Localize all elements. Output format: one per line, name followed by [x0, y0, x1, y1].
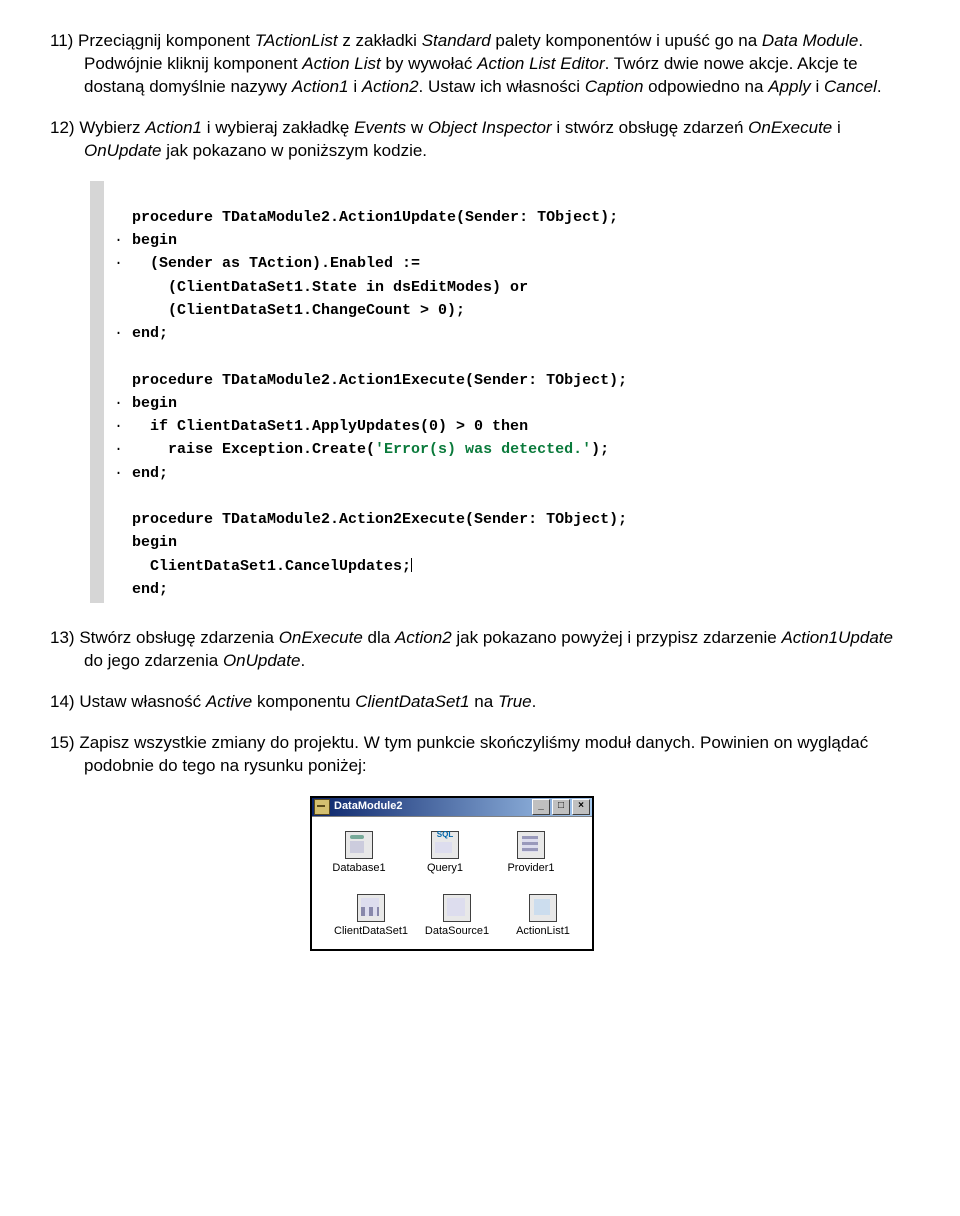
component-clientdataset1[interactable]: ClientDataSet1 — [332, 894, 410, 939]
minimize-button[interactable]: _ — [532, 799, 550, 815]
step-number: 11) — [50, 31, 73, 50]
clientdataset-icon — [357, 894, 385, 922]
datasource-icon — [443, 894, 471, 922]
component-provider1[interactable]: Provider1 — [492, 831, 570, 876]
database-icon — [345, 831, 373, 859]
component-database1[interactable]: Database1 — [320, 831, 398, 876]
step-number: 12) — [50, 118, 75, 137]
close-button[interactable]: × — [572, 799, 590, 815]
step-15: 15) Zapisz wszystkie zmiany do projektu.… — [50, 732, 910, 778]
query-icon — [431, 831, 459, 859]
code-listing: procedure TDataModule2.Action1Update(Sen… — [90, 181, 910, 604]
maximize-button[interactable]: □ — [552, 799, 570, 815]
component-query1[interactable]: Query1 — [406, 831, 484, 876]
step-11: 11) Przeciągnij komponent TActionList z … — [50, 30, 910, 99]
datamodule-window: DataModule2 _ □ × Database1 Query1 Provi… — [310, 796, 594, 951]
step-14: 14) Ustaw własność Active komponentu Cli… — [50, 691, 910, 714]
provider-icon — [517, 831, 545, 859]
step-number: 14) — [50, 692, 75, 711]
step-number: 13) — [50, 628, 75, 647]
step-12: 12) Wybierz Action1 i wybieraj zakładkę … — [50, 117, 910, 163]
step-13: 13) Stwórz obsługę zdarzenia OnExecute d… — [50, 627, 910, 673]
component-actionlist1[interactable]: ActionList1 — [504, 894, 582, 939]
datamodule-body[interactable]: Database1 Query1 Provider1 ClientDataSet… — [312, 816, 592, 949]
form-icon — [314, 799, 330, 815]
actionlist-icon — [529, 894, 557, 922]
window-title: DataModule2 — [334, 799, 530, 814]
text-cursor — [411, 558, 412, 572]
component-datasource1[interactable]: DataSource1 — [418, 894, 496, 939]
window-titlebar[interactable]: DataModule2 _ □ × — [312, 798, 592, 816]
step-number: 15) — [50, 733, 75, 752]
